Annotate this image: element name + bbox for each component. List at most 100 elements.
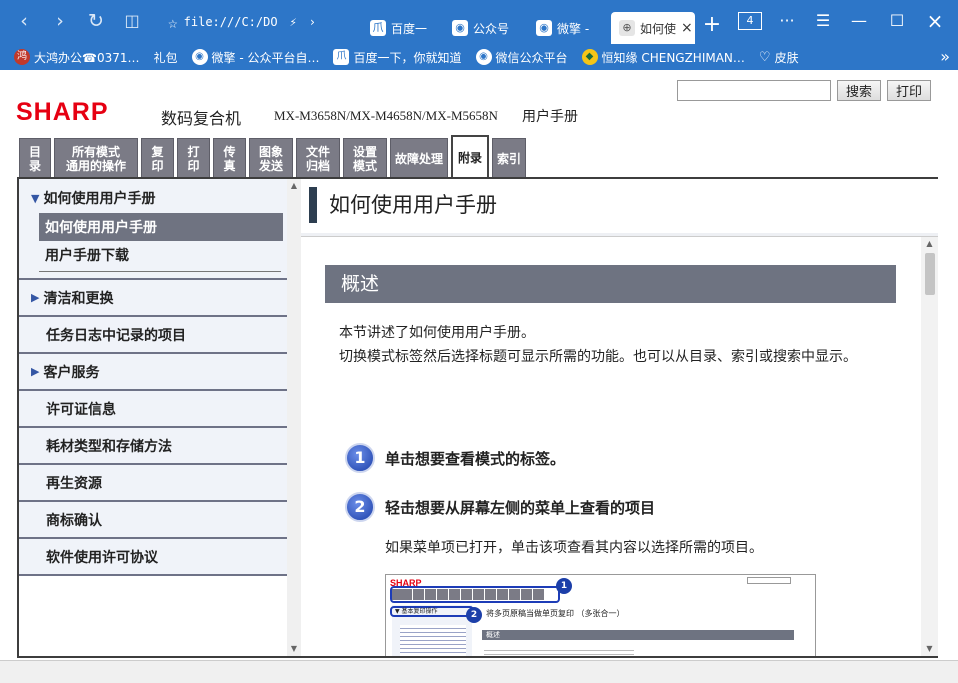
preview-menu-lines: [400, 625, 466, 656]
mode-tab[interactable]: 图象 发送: [249, 138, 293, 178]
mode-tab[interactable]: 复印: [141, 138, 174, 178]
chevron-right-icon[interactable]: ›: [309, 15, 316, 29]
dahong-logo-icon: 鸿: [14, 49, 30, 65]
bookmark-weiqing[interactable]: ◉ 微擎 - 公众平台自…: [191, 49, 320, 66]
triangle-down-icon: ▼: [31, 191, 40, 205]
reader-icon[interactable]: ◫: [120, 8, 144, 34]
sidebar-item[interactable]: ▶ 清洁和更换: [19, 280, 287, 317]
mode-tab[interactable]: 故障处理: [390, 138, 448, 178]
sidebar-item[interactable]: 软件使用许可协议: [19, 539, 287, 576]
sidebar-item[interactable]: ▶ 客户服务: [19, 354, 287, 391]
page-margin: [939, 70, 958, 683]
browser-toolbar: ‹ › ↻ ◫ ☆ file:///C:/DO ⚡ › 爪 百度一 ◉ 公众号 …: [0, 0, 958, 44]
close-window-icon[interactable]: ×: [920, 8, 950, 34]
sidebar-item-label: 许可证信息: [46, 401, 116, 418]
mode-tab[interactable]: 目录: [19, 138, 51, 178]
baidu-paw-icon: 爪: [333, 49, 350, 65]
tab-label: 如何使: [640, 21, 677, 36]
sidebar-item[interactable]: 再生资源: [19, 465, 287, 502]
menu-icon[interactable]: ☰: [808, 8, 838, 34]
example-screenshot: SHARP 1 ▼ 基本复印操作 2 将多页原稿当做单页复印 （多张合一） 概述: [385, 574, 816, 656]
sidebar-item-label: 清洁和更换: [43, 290, 114, 307]
star-icon[interactable]: ☆: [168, 13, 178, 32]
new-tab-icon[interactable]: +: [700, 12, 724, 38]
bookmark-hengzhiyuan[interactable]: ◆ 恒知缘 CHENGZHIMAN…: [581, 49, 745, 66]
bookmark-label: 微擎 - 公众平台自…: [211, 50, 320, 65]
bookmark-dahong[interactable]: 鸿大鸿办公☎0371…: [14, 49, 140, 66]
page-viewport: 搜索 打印 SHARP 数码复合机 MX-M3658N/MX-M4658N/MX…: [0, 70, 958, 683]
sidebar-item-label: 任务日志中记录的项目: [46, 327, 186, 344]
minimize-icon[interactable]: —: [844, 8, 874, 34]
scroll-up-icon[interactable]: ▲: [287, 179, 301, 193]
sidebar-item[interactable]: 任务日志中记录的项目: [19, 317, 287, 354]
sidebar-item[interactable]: 耗材类型和存储方法: [19, 428, 287, 465]
product-models: MX-M3658N/MX-M4658N/MX-M5658N: [274, 108, 498, 123]
search-button[interactable]: 搜索: [837, 80, 882, 101]
sidebar-group-label: 如何使用用户手册: [43, 191, 156, 207]
mode-tab[interactable]: 附录: [451, 135, 489, 178]
step-number-badge: 1: [556, 578, 572, 594]
wechat-icon: ◉: [452, 20, 468, 36]
wechat-icon: ◉: [536, 20, 552, 36]
mode-tab[interactable]: 打印: [177, 138, 210, 178]
highlight-ring: [390, 586, 560, 603]
search-input[interactable]: [677, 80, 831, 101]
section-heading: 概述: [325, 265, 896, 303]
bookmark-label: 皮肤: [774, 50, 799, 65]
sidebar-item[interactable]: 商标确认: [19, 502, 287, 539]
triangle-right-icon: ▶: [31, 365, 40, 378]
hengzhiyuan-logo-icon: ◆: [581, 49, 598, 65]
sidebar-sub-item-how-to-use[interactable]: 如何使用用户手册: [39, 213, 283, 241]
more-icon[interactable]: ···: [772, 8, 802, 34]
address-text: file:///C:/DO: [183, 15, 278, 29]
preview-search: [747, 577, 791, 584]
address-bar[interactable]: ☆ file:///C:/DO ⚡ ›: [168, 8, 358, 36]
double-chevron-icon[interactable]: »: [940, 47, 950, 66]
tab-baidu[interactable]: 爪 百度一: [362, 12, 442, 44]
sidebar-sub-item-download[interactable]: 用户手册下载: [39, 241, 283, 269]
step-number-badge: 1: [345, 443, 375, 473]
bookmark-baidu[interactable]: 爪百度一下，你就知道: [333, 49, 462, 66]
scroll-up-icon[interactable]: ▲: [921, 237, 938, 251]
content-scrollbar[interactable]: ▲ ▼: [921, 237, 938, 656]
bookmark-label: 大鸿办公☎0371…: [34, 50, 140, 65]
sidebar-group-title[interactable]: ▼ 如何使用用户手册: [19, 183, 287, 213]
bookmarks-bar: 鸿大鸿办公☎0371… 礼包 ◉ 微擎 - 公众平台自… 爪百度一下，你就知道 ◉…: [0, 44, 958, 70]
back-icon[interactable]: ‹: [12, 8, 36, 34]
tab-gongzhonghao[interactable]: ◉ 公众号: [444, 12, 524, 44]
manual-frame: ▼ 如何使用用户手册 如何使用用户手册 用户手册下载 ▶ 清洁和更换 任务日志中记录…: [17, 177, 938, 658]
tab-label: 微擎 -: [557, 21, 590, 36]
mode-tab[interactable]: 索引: [492, 138, 526, 178]
mode-tab[interactable]: 设置 模式: [343, 138, 387, 178]
page-bottom-area: [0, 660, 958, 683]
sidebar-scrollbar[interactable]: ▲ ▼: [287, 179, 301, 656]
mode-tabs: 目录 所有模式 通用的操作 复印 打印 传真 图象 发送 文件 归档 设置 模式 故障处理 附录索…: [19, 135, 526, 178]
forward-icon[interactable]: ›: [48, 8, 72, 34]
baidu-paw-icon: 爪: [370, 20, 386, 36]
scroll-down-icon[interactable]: ▼: [921, 642, 938, 656]
maximize-icon[interactable]: ☐: [882, 8, 912, 34]
bookmark-skin[interactable]: ♡ 皮肤: [759, 49, 799, 66]
step-2: 2 轻击想要从屏幕左侧的菜单上查看的项目: [345, 492, 655, 522]
print-button[interactable]: 打印: [887, 80, 932, 101]
tab-weiqing[interactable]: ◉ 微擎 -: [528, 12, 608, 44]
mode-tab[interactable]: 传真: [213, 138, 246, 178]
bookmark-libao[interactable]: 礼包: [154, 49, 178, 66]
highlight-ring: ▼ 基本复印操作: [390, 606, 474, 617]
sharp-logo: SHARP: [16, 98, 109, 126]
sidebar-item-label: 再生资源: [46, 475, 102, 492]
mode-tab[interactable]: 所有模式 通用的操作: [54, 138, 138, 178]
mode-tab[interactable]: 文件 归档: [296, 138, 340, 178]
scroll-down-icon[interactable]: ▼: [287, 642, 301, 656]
tab-count-badge[interactable]: 4: [738, 12, 762, 30]
sidebar-item[interactable]: 许可证信息: [19, 391, 287, 428]
step-text: 单击想要查看模式的标签。: [385, 449, 566, 468]
step-text: 轻击想要从屏幕左侧的菜单上查看的项目: [385, 498, 656, 517]
lightning-icon[interactable]: ⚡: [290, 15, 297, 29]
reload-icon[interactable]: ↻: [84, 8, 108, 34]
scroll-thumb[interactable]: [925, 253, 935, 295]
wechat-icon: ◉: [191, 49, 208, 65]
tab-active-manual[interactable]: ⊕ 如何使 ×: [611, 12, 695, 44]
close-tab-icon[interactable]: ×: [681, 20, 693, 36]
bookmark-wechat-mp[interactable]: ◉ 微信公众平台: [475, 49, 568, 66]
